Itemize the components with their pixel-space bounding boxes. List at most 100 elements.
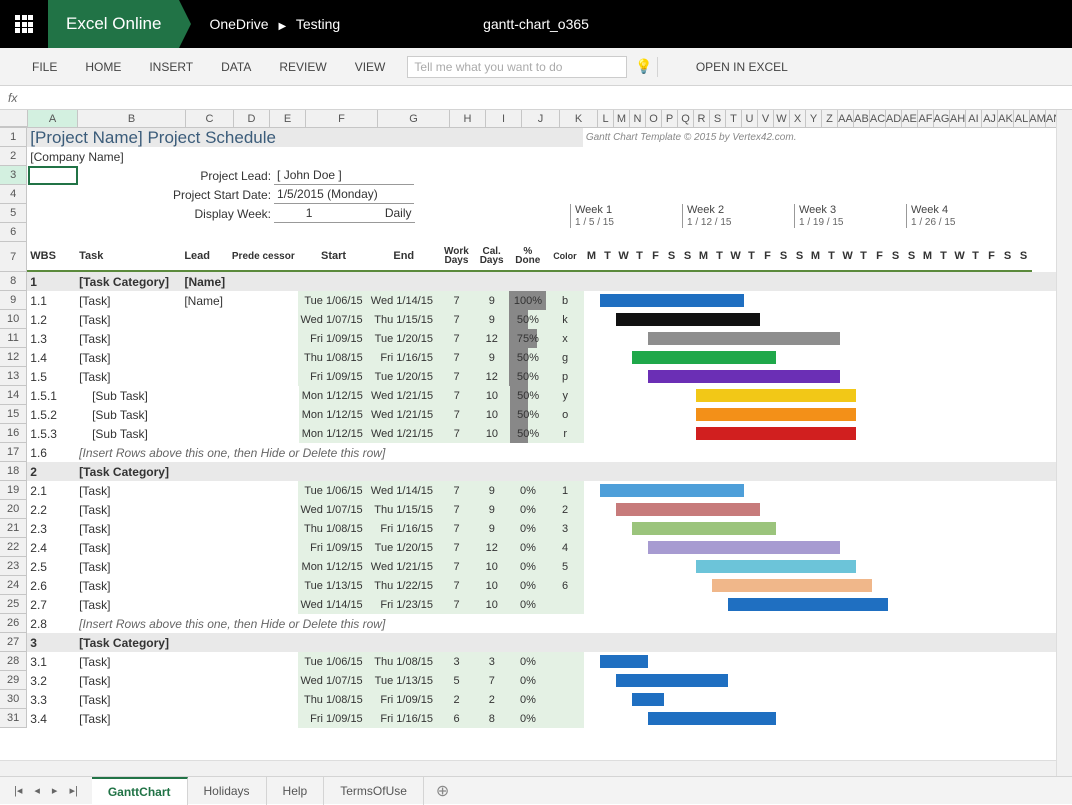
color-cell[interactable] [546, 671, 583, 690]
spreadsheet-grid[interactable]: ABCDEFGHIJKLMNOPQRSTUVWXYZAAABACADAEAFAG… [0, 110, 1072, 784]
cell[interactable] [414, 185, 1072, 204]
sheet-tab-termsofuse[interactable]: TermsOfUse [324, 777, 424, 805]
task-cell[interactable]: [Task] [76, 595, 181, 614]
startdate-value[interactable]: 1/5/2015 (Monday) [274, 185, 414, 204]
done-cell[interactable]: 0% [509, 595, 546, 614]
cell[interactable] [228, 652, 298, 671]
start-cell[interactable]: Thu 1/08/15 [298, 348, 368, 367]
wbs-cell[interactable]: 2.8 [27, 614, 76, 633]
color-cell[interactable]: r [547, 424, 584, 443]
color-cell[interactable]: y [547, 386, 584, 405]
task-cell[interactable]: [Sub Task] [76, 386, 182, 405]
cell[interactable] [583, 462, 1072, 481]
task-cell[interactable]: [Task] [76, 709, 181, 728]
wd-cell[interactable]: 7 [439, 538, 474, 557]
color-cell[interactable]: o [547, 405, 584, 424]
cell[interactable] [228, 481, 298, 500]
lead-cell[interactable] [181, 348, 228, 367]
row-12[interactable]: 12 [0, 348, 27, 367]
row-11[interactable]: 11 [0, 329, 27, 348]
tab-file[interactable]: FILE [18, 48, 71, 86]
end-cell[interactable]: Fri 1/16/15 [369, 709, 439, 728]
cell[interactable] [228, 576, 298, 595]
col-J[interactable]: J [522, 110, 560, 127]
wbs-cell[interactable]: 1.5.3 [27, 424, 76, 443]
wbs-cell[interactable]: 1.5 [27, 367, 76, 386]
row-13[interactable]: 13 [0, 367, 27, 386]
col-O[interactable]: O [646, 110, 662, 127]
row-20[interactable]: 20 [0, 500, 27, 519]
col-AA[interactable]: AA [838, 110, 854, 127]
done-cell[interactable]: 0% [509, 500, 546, 519]
done-cell[interactable]: 0% [509, 576, 546, 595]
row-7[interactable]: 7 [0, 242, 27, 272]
row-6[interactable]: 6 [0, 223, 27, 242]
color-cell[interactable] [546, 690, 583, 709]
tab-home[interactable]: HOME [71, 48, 135, 86]
cd-cell[interactable]: 8 [474, 709, 509, 728]
done-cell[interactable]: 50% [510, 386, 547, 405]
done-cell[interactable]: 50% [509, 348, 546, 367]
dispweek-label[interactable]: Display Week: [76, 204, 274, 223]
row-22[interactable]: 22 [0, 538, 27, 557]
end-cell[interactable]: Tue 1/20/15 [369, 538, 439, 557]
col-F[interactable]: F [306, 110, 378, 127]
task-cell[interactable]: [Task] [76, 576, 181, 595]
cd-cell[interactable]: 12 [474, 538, 509, 557]
color-cell[interactable] [546, 595, 583, 614]
start-cell[interactable]: Wed 1/07/15 [298, 500, 368, 519]
task-cell[interactable]: [Task] [76, 538, 181, 557]
end-cell[interactable]: Wed 1/21/15 [369, 424, 439, 443]
cd-cell[interactable]: 9 [474, 500, 509, 519]
done-cell[interactable]: 75% [509, 329, 546, 348]
cd-cell[interactable]: 10 [474, 424, 509, 443]
sheet-next-icon[interactable]: ▸ [46, 784, 64, 797]
sheet-last-icon[interactable]: ▸| [63, 784, 83, 797]
done-cell[interactable]: 0% [509, 652, 546, 671]
col-AE[interactable]: AE [902, 110, 918, 127]
hdr-task[interactable]: Task [76, 242, 181, 272]
cell[interactable] [228, 557, 298, 576]
tab-view[interactable]: VIEW [341, 48, 400, 86]
row-31[interactable]: 31 [0, 709, 27, 728]
open-in-excel-button[interactable]: OPEN IN EXCEL [682, 48, 802, 86]
wbs-cell[interactable]: 1.5.1 [27, 386, 76, 405]
note-cell[interactable]: [Insert Rows above this one, then Hide o… [76, 443, 1072, 462]
end-cell[interactable]: Tue 1/20/15 [369, 367, 439, 386]
end-cell[interactable]: Thu 1/22/15 [369, 576, 439, 595]
sheet-prev-icon[interactable]: ◂ [28, 784, 46, 797]
wd-cell[interactable]: 7 [439, 595, 474, 614]
col-AC[interactable]: AC [870, 110, 886, 127]
lead-cell[interactable] [182, 405, 229, 424]
cd-cell[interactable]: 10 [474, 386, 509, 405]
task-cell[interactable]: [Task Category] [76, 272, 181, 291]
color-cell[interactable]: x [546, 329, 583, 348]
cell[interactable] [228, 424, 298, 443]
col-Y[interactable]: Y [806, 110, 822, 127]
cell[interactable] [228, 671, 298, 690]
col-G[interactable]: G [378, 110, 450, 127]
start-cell[interactable]: Thu 1/08/15 [298, 690, 368, 709]
wbs-cell[interactable]: 3.3 [27, 690, 76, 709]
end-cell[interactable]: Wed 1/21/15 [369, 405, 439, 424]
row-19[interactable]: 19 [0, 481, 27, 500]
lead-cell[interactable] [181, 481, 228, 500]
wbs-cell[interactable]: 2.1 [27, 481, 76, 500]
wbs-cell[interactable]: 2.6 [27, 576, 76, 595]
horizontal-scrollbar[interactable] [0, 760, 1056, 776]
task-cell[interactable]: [Task] [76, 310, 181, 329]
end-cell[interactable]: Wed 1/21/15 [369, 557, 439, 576]
cell[interactable] [228, 367, 298, 386]
wbs-cell[interactable]: 1 [27, 272, 76, 291]
color-cell[interactable]: p [546, 367, 583, 386]
done-cell[interactable]: 0% [509, 538, 546, 557]
hdr-done[interactable]: % Done [509, 242, 546, 272]
wd-cell[interactable]: 7 [439, 405, 474, 424]
col-Z[interactable]: Z [822, 110, 838, 127]
task-cell[interactable]: [Task Category] [76, 462, 181, 481]
col-AM[interactable]: AM [1030, 110, 1046, 127]
cell[interactable] [228, 462, 583, 481]
done-cell[interactable]: 50% [509, 310, 546, 329]
sheet-first-icon[interactable]: |◂ [8, 784, 28, 797]
color-cell[interactable]: b [546, 291, 583, 310]
